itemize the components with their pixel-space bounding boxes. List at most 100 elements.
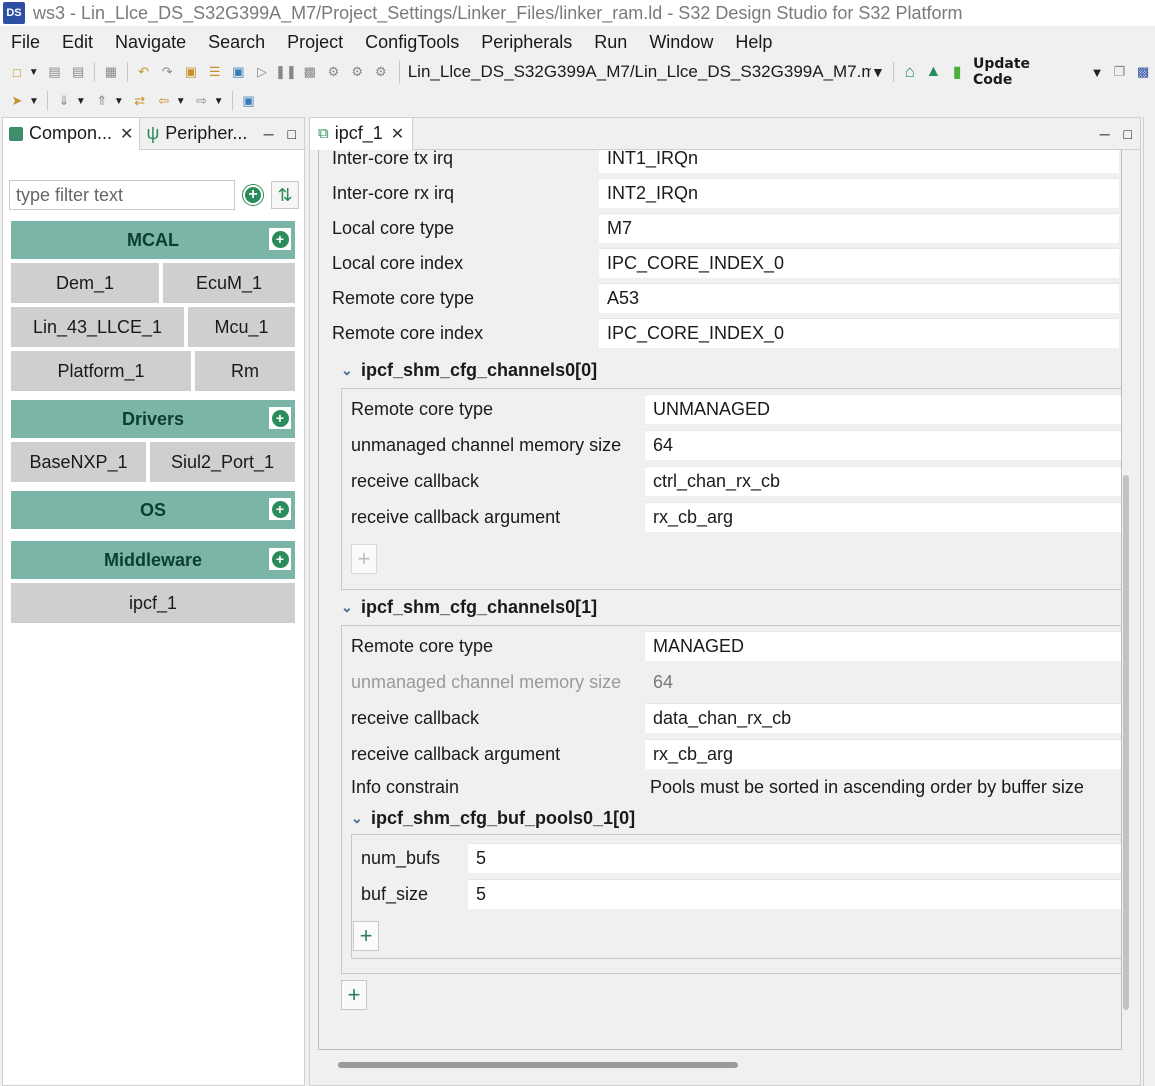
back-icon[interactable]: ⇦	[155, 92, 173, 110]
add-buf-pool-button[interactable]: +	[353, 921, 379, 951]
monitor-icon[interactable]: ▣	[230, 63, 248, 81]
editor-maximize-icon[interactable]: □	[1124, 126, 1132, 142]
close-tab-icon[interactable]: ✕	[391, 124, 404, 144]
menu-navigate[interactable]: Navigate	[115, 32, 186, 53]
open-perspective-icon[interactable]: ▣	[240, 92, 258, 110]
stack-icon[interactable]: ☰	[206, 63, 224, 81]
tab-components[interactable]: Compon... ✕	[3, 117, 141, 150]
rx-irq-field[interactable]: INT2_IRQn	[599, 178, 1119, 208]
prev-annotation-icon[interactable]: ⇑	[93, 92, 111, 110]
tab-ipcf[interactable]: ⧉ ipcf_1 ✕	[310, 117, 414, 150]
ch0-callback-argument-field[interactable]: rx_cb_arg	[645, 502, 1121, 532]
component-ecum[interactable]: EcuM_1	[163, 263, 295, 303]
category-drivers[interactable]: Drivers +	[11, 400, 295, 438]
ch0-receive-callback-field[interactable]: ctrl_chan_rx_cb	[645, 466, 1121, 496]
save-icon[interactable]: ▤	[46, 63, 64, 81]
binary-icon[interactable]: ▦	[102, 63, 120, 81]
remote-core-type-field[interactable]: A53	[599, 283, 1119, 313]
save-all-icon[interactable]: ▤	[69, 63, 87, 81]
category-mcal[interactable]: MCAL +	[11, 221, 295, 259]
component-basenxp[interactable]: BaseNXP_1	[11, 442, 146, 482]
menu-run[interactable]: Run	[594, 32, 627, 53]
rocket-icon[interactable]: ➤	[8, 92, 26, 110]
component-dem[interactable]: Dem_1	[11, 263, 159, 303]
tool3-icon[interactable]: ⚙	[372, 63, 390, 81]
prev-annotation-dropdown-icon[interactable]: ▼	[114, 96, 124, 107]
tx-irq-field[interactable]: INT1_IRQn	[599, 150, 1119, 173]
menu-edit[interactable]: Edit	[62, 32, 93, 53]
add-middleware-icon[interactable]: +	[269, 548, 291, 570]
editor-minimize-icon[interactable]: ─	[1100, 126, 1110, 142]
filter-input[interactable]	[9, 180, 235, 210]
update-code-button[interactable]: Update Code	[973, 56, 1073, 88]
channel0-section-toggle[interactable]: ⌄ ipcf_shm_cfg_channels0[0]	[341, 360, 597, 381]
tool2-icon[interactable]: ⚙	[348, 63, 366, 81]
add-mcal-icon[interactable]: +	[269, 228, 291, 250]
add-component-icon[interactable]: +	[243, 185, 263, 205]
new-dropdown-icon[interactable]: ▼	[29, 67, 39, 78]
tool1-icon[interactable]: ⚙	[325, 63, 343, 81]
menu-project[interactable]: Project	[287, 32, 343, 53]
back-dropdown-icon[interactable]: ▼	[176, 96, 186, 107]
rocket-dropdown-icon[interactable]: ▼	[29, 96, 39, 107]
copy-icon[interactable]: ❐	[1111, 63, 1129, 81]
horizontal-scrollbar[interactable]	[338, 1062, 738, 1068]
component-mcu[interactable]: Mcu_1	[188, 307, 295, 347]
add-ch0-item-button[interactable]: +	[351, 544, 377, 574]
forward-dropdown-icon[interactable]: ▼	[214, 96, 224, 107]
add-drivers-icon[interactable]: +	[269, 407, 291, 429]
project-path-combo[interactable]: Lin_Llce_DS_S32G399A_M7/Lin_Llce_DS_S32G…	[398, 60, 871, 84]
ch0-remote-core-type-field[interactable]: UNMANAGED	[645, 394, 1121, 424]
menu-search[interactable]: Search	[208, 32, 265, 53]
channel1-section-toggle[interactable]: ⌄ ipcf_shm_cfg_channels0[1]	[341, 597, 597, 618]
last-edit-icon[interactable]: ⇄	[131, 92, 149, 110]
pause-icon[interactable]: ❚❚	[275, 63, 297, 81]
menu-peripherals[interactable]: Peripherals	[481, 32, 572, 53]
open-icon[interactable]: ▣	[182, 63, 200, 81]
ch1-remote-core-type-field[interactable]: MANAGED	[645, 631, 1121, 661]
buf-pool-section-toggle[interactable]: ⌄ ipcf_shm_cfg_buf_pools0_1[0]	[351, 808, 635, 829]
path-dropdown-icon[interactable]: ▼	[871, 64, 885, 80]
update-code-icon[interactable]: ▮	[948, 63, 966, 81]
add-os-icon[interactable]: +	[269, 498, 291, 520]
category-middleware[interactable]: Middleware +	[11, 541, 295, 579]
new-icon[interactable]: □	[8, 63, 26, 81]
forward-icon[interactable]: ⇨	[193, 92, 211, 110]
buf-size-field[interactable]: 5	[468, 879, 1121, 909]
menu-file[interactable]: File	[11, 32, 40, 53]
component-platform[interactable]: Platform_1	[11, 351, 191, 391]
component-row: ipcf_1	[11, 583, 295, 623]
menu-configtools[interactable]: ConfigTools	[365, 32, 459, 53]
maximize-icon[interactable]: □	[288, 126, 296, 142]
window-icon[interactable]: ▩	[301, 63, 319, 81]
next-annotation-icon[interactable]: ⇓	[55, 92, 73, 110]
next-annotation-dropdown-icon[interactable]: ▼	[76, 96, 86, 107]
menu-help[interactable]: Help	[735, 32, 772, 53]
step-icon[interactable]: ▷	[253, 63, 271, 81]
num-bufs-field[interactable]: 5	[468, 843, 1121, 873]
close-icon[interactable]: ✕	[120, 124, 133, 144]
component-ipcf[interactable]: ipcf_1	[11, 583, 295, 623]
component-siul2-port[interactable]: Siul2_Port_1	[150, 442, 295, 482]
remote-core-index-field[interactable]: IPC_CORE_INDEX_0	[599, 318, 1119, 348]
sort-icon[interactable]: ⇅	[271, 181, 299, 209]
ch0-memory-size-field[interactable]: 64	[645, 430, 1121, 460]
ch1-receive-callback-field[interactable]: data_chan_rx_cb	[645, 703, 1121, 733]
component-rm[interactable]: Rm	[195, 351, 295, 391]
add-channel-button[interactable]: +	[341, 980, 367, 1010]
warning-icon[interactable]: ▲	[925, 63, 943, 81]
vertical-scrollbar[interactable]	[1123, 475, 1129, 1010]
ch1-callback-argument-field[interactable]: rx_cb_arg	[645, 739, 1121, 769]
home-icon[interactable]: ⌂	[901, 62, 919, 81]
local-core-type-field[interactable]: M7	[599, 213, 1119, 243]
menu-window[interactable]: Window	[649, 32, 713, 53]
component-lin-llce[interactable]: Lin_43_LLCE_1	[11, 307, 184, 347]
category-os[interactable]: OS +	[11, 491, 295, 529]
undo-icon[interactable]: ↶	[135, 63, 153, 81]
update-code-dropdown-icon[interactable]: ▼	[1091, 65, 1104, 80]
tab-peripherals[interactable]: ψ Peripher...	[140, 118, 253, 150]
minimize-icon[interactable]: ─	[264, 126, 274, 142]
redo-icon[interactable]: ↷	[158, 63, 176, 81]
local-core-index-field[interactable]: IPC_CORE_INDEX_0	[599, 248, 1119, 278]
chip-icon[interactable]: ▩	[1134, 63, 1152, 81]
